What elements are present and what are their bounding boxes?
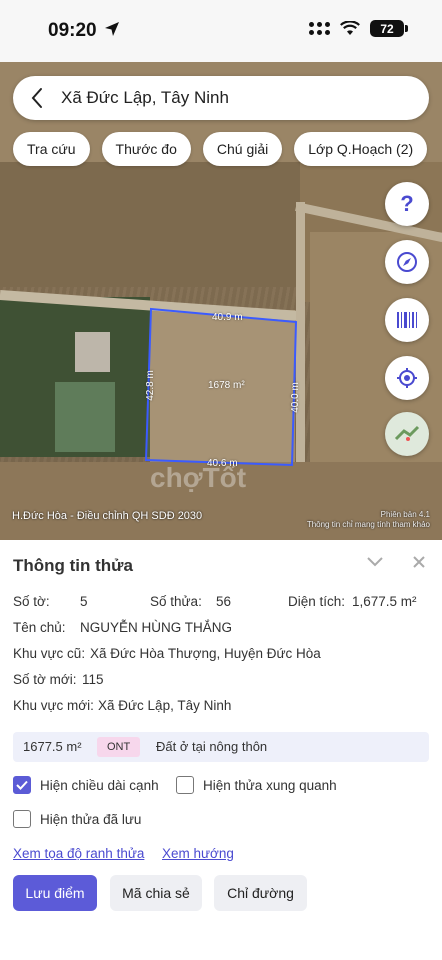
search-location-text[interactable]: Xã Đức Lập, Tây Ninh	[61, 88, 229, 108]
map-note: Thông tin chỉ mang tính tham khảo	[306, 520, 430, 529]
so-to-moi-label: Số tờ mới:	[13, 672, 77, 687]
battery-indicator: 72	[370, 20, 408, 37]
so-to-moi-value: 115	[82, 672, 104, 687]
search-bar[interactable]: Xã Đức Lập, Tây Ninh	[13, 76, 429, 120]
wifi-icon	[340, 21, 360, 35]
compass-icon	[397, 252, 417, 272]
khu-vuc-cu-value: Xã Đức Hòa Thượng, Huyện Đức Hòa	[90, 646, 321, 661]
land-area-value: 1677.5 m²	[23, 739, 82, 754]
chip-chu-giai[interactable]: Chú giải	[202, 132, 283, 166]
edge-length-label: Hiện chiều dài cạnh	[40, 777, 159, 793]
option-neighbors[interactable]: Hiện thửa xung quanh	[176, 776, 337, 794]
collapse-chevron-icon[interactable]	[366, 554, 384, 568]
edge-label-right: 40.0 m	[289, 382, 301, 413]
khu-vuc-moi-value: Xã Đức Lập, Tây Ninh	[98, 698, 232, 713]
khu-vuc-moi-label: Khu vực mới:	[13, 698, 94, 713]
back-button[interactable]	[13, 76, 61, 120]
saved-checkbox[interactable]	[13, 810, 31, 828]
land-code-badge: ONT	[97, 737, 141, 757]
land-use-box: 1677.5 m² ONT Đất ở tại nông thôn	[13, 732, 429, 762]
location-arrow-icon	[105, 22, 119, 36]
option-saved[interactable]: Hiện thửa đã lưu	[13, 810, 141, 828]
dien-tich-value: 1,677.5 m²	[352, 594, 417, 609]
parcel-area-label: 1678 m²	[208, 380, 245, 391]
saved-label: Hiện thửa đã lưu	[40, 811, 142, 827]
help-button[interactable]: ?	[385, 182, 429, 226]
so-to-value: 5	[80, 594, 88, 609]
share-code-button[interactable]: Mã chia sẻ	[110, 875, 202, 911]
status-bar: 09:20 72	[0, 0, 442, 62]
neighbors-label: Hiện thửa xung quanh	[203, 777, 337, 793]
chip-thuoc-do[interactable]: Thước đo	[101, 132, 191, 166]
map-source-label: H.Đức Hòa - Điều chỉnh QH SDĐ 2030	[12, 510, 203, 522]
edge-label-top: 40.9 m	[212, 312, 243, 323]
crosshair-icon	[397, 368, 417, 388]
so-thua-label: Số thửa:	[150, 594, 202, 609]
close-icon[interactable]	[411, 554, 427, 570]
cellular-signal-icon	[309, 22, 330, 35]
ten-chu-value: NGUYỄN HÙNG THẮNG	[80, 620, 233, 635]
map-chips: Tra cứu Thước đo Chú giải Lớp Q.Hoạch (2…	[13, 132, 428, 166]
clock: 09:20	[48, 20, 97, 41]
so-to-label: Số tờ:	[13, 594, 50, 609]
dien-tich-label: Diện tích:	[288, 594, 346, 609]
compass-button[interactable]	[385, 240, 429, 284]
map-disclaimer: Phiên bản 4.1 Thông tin chỉ mang tính th…	[307, 510, 430, 530]
chip-lop-qhoach[interactable]: Lớp Q.Hoạch (2)	[294, 132, 428, 166]
my-location-button[interactable]	[385, 356, 429, 400]
panel-title: Thông tin thửa	[13, 556, 133, 575]
map-thumbnail-icon	[394, 425, 420, 441]
land-use-description: Đất ở tại nông thôn	[156, 739, 268, 754]
map-view[interactable]: 40.9 m 42.8 m 40.0 m 40.6 m 1678 m² chợT…	[0, 62, 442, 540]
so-thua-value: 56	[216, 594, 232, 609]
map-version: Phiên bản 4.1	[380, 510, 430, 519]
view-direction-link[interactable]: Xem hướng	[162, 846, 234, 861]
option-edge-length[interactable]: Hiện chiều dài cạnh	[13, 776, 159, 794]
save-point-button[interactable]: Lưu điểm	[13, 875, 97, 911]
view-coordinates-link[interactable]: Xem tọa độ ranh thửa	[13, 846, 144, 861]
chevron-left-icon	[31, 88, 42, 108]
parcel-info-panel: Thông tin thửa Số tờ: 5 Số thửa: 56 Diện…	[0, 540, 442, 960]
khu-vuc-cu-label: Khu vực cũ:	[13, 646, 86, 661]
barcode-scan-button[interactable]	[385, 298, 429, 342]
edge-label-left: 42.8 m	[144, 370, 156, 401]
barcode-icon	[397, 312, 417, 328]
ten-chu-label: Tên chủ:	[13, 620, 66, 635]
question-icon: ?	[400, 191, 414, 216]
directions-button[interactable]: Chỉ đường	[214, 875, 307, 911]
edge-length-checkbox[interactable]	[13, 776, 31, 794]
neighbors-checkbox[interactable]	[176, 776, 194, 794]
watermark: chợTốt	[150, 462, 247, 493]
chip-tra-cuu[interactable]: Tra cứu	[13, 132, 90, 166]
map-layer-button[interactable]	[385, 412, 429, 456]
check-icon	[16, 780, 28, 790]
